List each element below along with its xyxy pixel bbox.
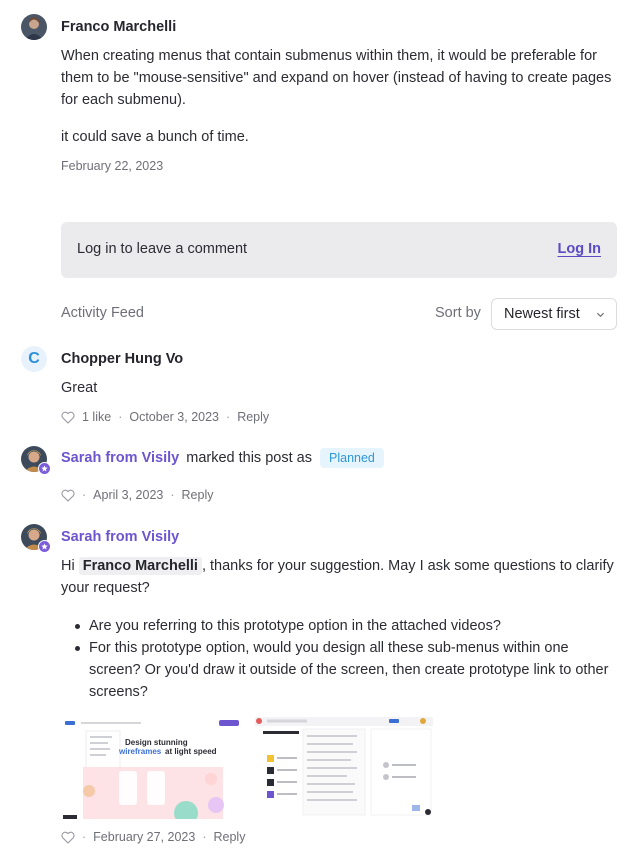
separator-dot: · [226,410,231,424]
svg-text:Design stunning: Design stunning [125,738,188,747]
status-action-text: marked this post as [186,449,312,466]
sort-value: Newest first [504,306,580,322]
comment-body: Great [61,380,98,396]
comment-meta: · February 27, 2023 · Reply [61,830,245,844]
status-badge: Planned [320,448,384,468]
heart-icon[interactable] [61,411,75,424]
admin-badge-icon [38,540,51,553]
avatar-letter: C [28,350,40,367]
sort-label: Sort by [435,305,481,321]
reply-link[interactable]: Reply [182,488,214,502]
login-prompt: Log in to leave a comment Log In [61,222,617,278]
comment-date: February 27, 2023 [93,830,196,844]
heart-icon[interactable] [61,489,75,502]
comment-author-name[interactable]: Chopper Hung Vo [61,351,183,367]
list-item: Are you referring to this prototype opti… [75,615,619,637]
author-avatar [21,14,47,40]
svg-text:at light speed: at light speed [165,747,217,756]
comment-date: April 3, 2023 [93,488,164,502]
post-body: When creating menus that contain submenu… [61,48,612,108]
post-date: February 22, 2023 [61,159,163,173]
comment-meta: · April 3, 2023 · Reply [61,488,214,502]
question-list: Are you referring to this prototype opti… [75,615,619,703]
svg-text:wireframes: wireframes [118,747,162,756]
reply-link[interactable]: Reply [237,410,269,424]
user-mention[interactable]: Franco Marchelli [78,557,202,575]
video-thumbnail[interactable]: Design stunning wireframes at light spee… [61,717,243,819]
post-author-name[interactable]: Franco Marchelli [61,19,176,35]
login-link[interactable]: Log In [558,241,602,257]
comment-author-name[interactable]: Sarah from Visily [61,450,179,466]
sort-dropdown[interactable]: Newest first [491,298,617,330]
post-body-secondary: it could save a bunch of time. [61,129,249,145]
comment-date: October 3, 2023 [129,410,220,424]
admin-badge-icon [38,462,51,475]
separator-dot: · [82,488,87,502]
status-change-line: Sarah from Visily marked this post as Pl… [61,448,384,468]
chevron-down-icon [596,312,605,318]
video-thumbnail[interactable] [255,717,433,819]
list-item: For this prototype option, would you des… [75,637,619,703]
separator-dot: · [118,410,123,424]
comment-meta: 1 like · October 3, 2023 · Reply [61,410,269,424]
comment-author-name[interactable]: Sarah from Visily [61,529,179,545]
reply-link[interactable]: Reply [214,830,246,844]
commenter-avatar: C [21,346,47,372]
like-count: 1 like [82,410,112,424]
login-message: Log in to leave a comment [77,241,248,257]
comment-body: Hi Franco Marchelli, thanks for your sug… [61,555,621,599]
separator-dot: · [82,830,87,844]
greeting-text: Hi [61,558,75,574]
heart-icon[interactable] [61,831,75,844]
separator-dot: · [202,830,207,844]
post-date-text: February 22, 2023 [61,159,164,173]
admin-avatar [21,524,51,553]
activity-feed-title: Activity Feed [61,305,144,321]
separator-dot: · [170,488,175,502]
admin-avatar [21,446,51,475]
